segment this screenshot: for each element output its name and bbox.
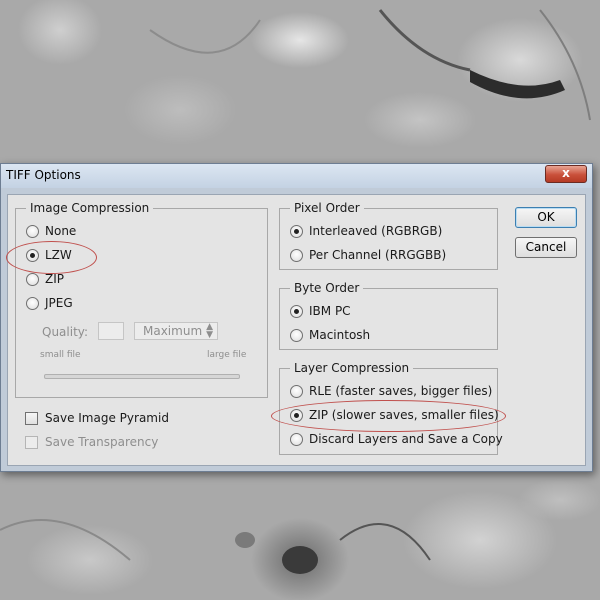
ok-button[interactable]: OK <box>515 207 577 228</box>
tiff-options-dialog: TIFF Options x Image Compression None LZ… <box>0 163 593 472</box>
pixel-order-group: Pixel Order Interleaved (RGBRGB) Per Cha… <box>279 201 498 270</box>
byte-order-option-label: IBM PC <box>309 304 351 318</box>
layer-compression-option-label: Discard Layers and Save a Copy <box>309 432 503 446</box>
byte-order-macintosh[interactable]: Macintosh <box>290 328 370 342</box>
layer-compression-rle[interactable]: RLE (faster saves, bigger files) <box>290 384 492 398</box>
layer-compression-option-label: ZIP (slower saves, smaller files) <box>309 408 499 422</box>
pixel-order-interleaved[interactable]: Interleaved (RGBRGB) <box>290 224 442 238</box>
close-button[interactable]: x <box>545 165 587 183</box>
byte-order-option-label: Macintosh <box>309 328 371 342</box>
radio-per-channel[interactable] <box>290 248 303 262</box>
quality-label: Quality: <box>42 325 89 339</box>
image-compression-group: Image Compression None LZW ZIP JPEG Qual… <box>15 201 268 398</box>
layer-compression-legend: Layer Compression <box>290 361 414 375</box>
byte-order-group: Byte Order IBM PC Macintosh <box>279 281 498 350</box>
pixel-order-per-channel[interactable]: Per Channel (RRGGBB) <box>290 248 446 262</box>
save-image-pyramid-checkbox[interactable] <box>25 411 38 425</box>
layer-compression-group: Layer Compression RLE (faster saves, big… <box>279 361 503 455</box>
radio-lzw[interactable] <box>26 248 39 262</box>
compression-option-jpeg[interactable]: JPEG <box>26 296 73 310</box>
compression-option-lzw[interactable]: LZW <box>26 248 72 262</box>
pixel-order-legend: Pixel Order <box>290 201 364 215</box>
compression-option-label: None <box>45 224 77 238</box>
radio-rle[interactable] <box>290 384 303 398</box>
save-transparency-label: Save Transparency <box>45 435 159 449</box>
cancel-button[interactable]: Cancel <box>515 237 577 258</box>
pixel-order-option-label: Per Channel (RRGGBB) <box>309 248 447 262</box>
radio-zip[interactable] <box>26 272 39 286</box>
quality-dropdown-value: Maximum <box>143 324 203 338</box>
quality-slider <box>44 374 240 379</box>
layer-compression-zip[interactable]: ZIP (slower saves, smaller files) <box>290 408 499 422</box>
compression-option-label: LZW <box>45 248 72 262</box>
layer-compression-option-label: RLE (faster saves, bigger files) <box>309 384 493 398</box>
close-icon: x <box>562 166 570 180</box>
radio-interleaved[interactable] <box>290 224 303 238</box>
compression-option-label: JPEG <box>45 296 73 310</box>
save-image-pyramid-row[interactable]: Save Image Pyramid <box>25 411 169 425</box>
compression-option-zip[interactable]: ZIP <box>26 272 64 286</box>
pixel-order-option-label: Interleaved (RGBRGB) <box>309 224 443 238</box>
compression-option-none[interactable]: None <box>26 224 76 238</box>
radio-jpeg[interactable] <box>26 296 39 310</box>
save-transparency-row: Save Transparency <box>25 435 158 449</box>
radio-macintosh[interactable] <box>290 328 303 342</box>
radio-discard-layers[interactable] <box>290 432 303 446</box>
dialog-title: TIFF Options <box>6 168 81 182</box>
compression-option-label: ZIP <box>45 272 64 286</box>
radio-layer-zip[interactable] <box>290 408 303 422</box>
title-bar[interactable]: TIFF Options x <box>1 164 592 188</box>
spinner-arrows-icon: ▲ ▼ <box>206 322 213 340</box>
quality-input <box>98 322 124 340</box>
image-compression-legend: Image Compression <box>26 201 154 215</box>
save-transparency-checkbox <box>25 435 38 449</box>
byte-order-legend: Byte Order <box>290 281 364 295</box>
byte-order-ibm-pc[interactable]: IBM PC <box>290 304 351 318</box>
dialog-content: Image Compression None LZW ZIP JPEG Qual… <box>6 194 586 466</box>
small-file-label: small file <box>40 350 81 360</box>
quality-dropdown: Maximum ▲ ▼ <box>134 322 218 340</box>
radio-ibm-pc[interactable] <box>290 304 303 318</box>
layer-compression-discard[interactable]: Discard Layers and Save a Copy <box>290 432 503 446</box>
save-image-pyramid-label: Save Image Pyramid <box>45 411 169 425</box>
large-file-label: large file <box>207 350 247 360</box>
radio-none[interactable] <box>26 224 39 238</box>
